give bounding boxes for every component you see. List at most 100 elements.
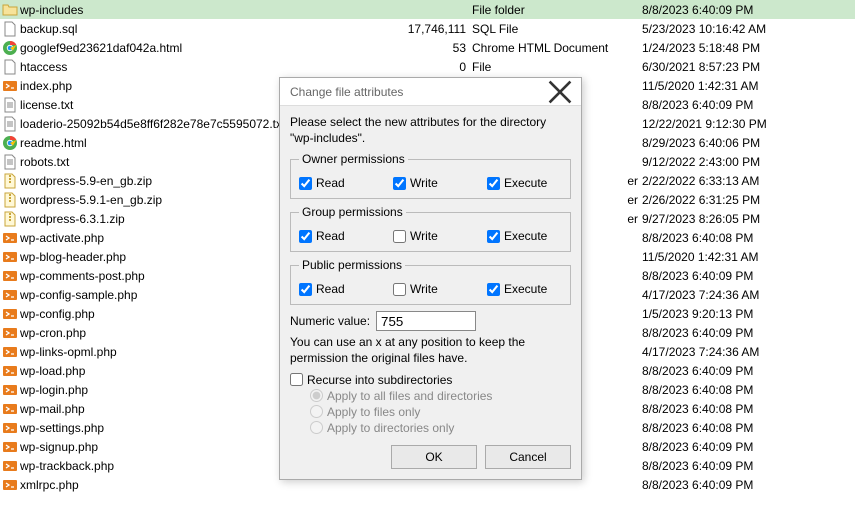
dialog-instruction: Please select the new attributes for the…: [290, 114, 571, 146]
change-attributes-dialog: Change file attributes Please select the…: [279, 77, 582, 480]
file-name: wp-trackback.php: [20, 459, 114, 473]
php-icon: [2, 268, 18, 284]
php-icon: [2, 363, 18, 379]
public-read[interactable]: Read: [299, 282, 369, 296]
group-read[interactable]: Read: [299, 229, 369, 243]
txt-icon: [2, 116, 18, 132]
file-date: 4/17/2023 7:24:36 AM: [642, 288, 817, 302]
dialog-title: Change file attributes: [290, 85, 403, 99]
recurse-checkbox[interactable]: Recurse into subdirectories: [290, 373, 571, 387]
txt-icon: [2, 154, 18, 170]
file-date: 6/30/2021 8:57:23 PM: [642, 60, 817, 74]
php-icon: [2, 420, 18, 436]
owner-permissions: Owner permissions Read Write Execute: [290, 152, 571, 199]
file-row[interactable]: backup.sql17,746,111SQL File5/23/2023 10…: [0, 19, 855, 38]
file-row[interactable]: googlef9ed23621daf042a.html53Chrome HTML…: [0, 38, 855, 57]
file-name: wp-mail.php: [20, 402, 85, 416]
php-icon: [2, 325, 18, 341]
file-date: 4/17/2023 7:24:36 AM: [642, 345, 817, 359]
file-date: 9/27/2023 8:26:05 PM: [642, 212, 817, 226]
radio-all: Apply to all files and directories: [310, 389, 571, 403]
file-type: File: [472, 60, 642, 74]
public-write[interactable]: Write: [393, 282, 463, 296]
php-icon: [2, 344, 18, 360]
file-date: 1/5/2023 9:20:13 PM: [642, 307, 817, 321]
php-icon: [2, 230, 18, 246]
file-icon: [2, 59, 18, 75]
file-name: wp-signup.php: [20, 440, 98, 454]
file-name: wp-settings.php: [20, 421, 104, 435]
file-type: File folder: [472, 3, 642, 17]
php-icon: [2, 439, 18, 455]
file-date: 8/8/2023 6:40:09 PM: [642, 269, 817, 283]
file-date: 5/23/2023 10:16:42 AM: [642, 22, 817, 36]
file-date: 8/8/2023 6:40:09 PM: [642, 364, 817, 378]
file-date: 1/24/2023 5:18:48 PM: [642, 41, 817, 55]
zip-icon: [2, 173, 18, 189]
file-row[interactable]: wp-includes File folder8/8/2023 6:40:09 P…: [0, 0, 855, 19]
ok-button[interactable]: OK: [391, 445, 477, 469]
php-icon: [2, 78, 18, 94]
file-name: wp-blog-header.php: [20, 250, 126, 264]
file-date: 2/22/2022 6:33:13 AM: [642, 174, 817, 188]
file-name: wp-includes: [20, 3, 83, 17]
file-date: 2/26/2022 6:31:25 PM: [642, 193, 817, 207]
file-name: wp-login.php: [20, 383, 88, 397]
chrome-icon: [2, 135, 18, 151]
file-name: readme.html: [20, 136, 87, 150]
radio-files: Apply to files only: [310, 405, 571, 419]
owner-write[interactable]: Write: [393, 176, 463, 190]
file-date: 8/8/2023 6:40:09 PM: [642, 440, 817, 454]
file-date: 8/8/2023 6:40:08 PM: [642, 402, 817, 416]
file-date: 8/8/2023 6:40:08 PM: [642, 383, 817, 397]
php-icon: [2, 458, 18, 474]
file-name: wordpress-5.9.1-en_gb.zip: [20, 193, 162, 207]
close-icon[interactable]: [547, 82, 573, 102]
hint-text: You can use an x at any position to keep…: [290, 335, 571, 366]
php-icon: [2, 287, 18, 303]
numeric-label: Numeric value:: [290, 314, 370, 328]
file-name: wp-config-sample.php: [20, 288, 137, 302]
txt-icon: [2, 97, 18, 113]
owner-read[interactable]: Read: [299, 176, 369, 190]
recurse-radio-group: Apply to all files and directories Apply…: [310, 389, 571, 435]
file-date: 11/5/2020 1:42:31 AM: [642, 250, 817, 264]
file-date: 8/8/2023 6:40:08 PM: [642, 231, 817, 245]
group-execute[interactable]: Execute: [487, 229, 557, 243]
file-date: 9/12/2022 2:43:00 PM: [642, 155, 817, 169]
group-permissions: Group permissions Read Write Execute: [290, 205, 571, 252]
file-name: htaccess: [20, 60, 67, 74]
file-type: SQL File: [472, 22, 642, 36]
chrome-icon: [2, 40, 18, 56]
owner-execute[interactable]: Execute: [487, 176, 557, 190]
file-name: index.php: [20, 79, 72, 93]
public-permissions: Public permissions Read Write Execute: [290, 258, 571, 305]
file-date: 8/29/2023 6:40:06 PM: [642, 136, 817, 150]
file-date: 8/8/2023 6:40:09 PM: [642, 3, 817, 17]
php-icon: [2, 477, 18, 493]
cancel-button[interactable]: Cancel: [485, 445, 571, 469]
file-name: robots.txt: [20, 155, 69, 169]
file-name: wp-links-opml.php: [20, 345, 117, 359]
file-date: 11/5/2020 1:42:31 AM: [642, 79, 817, 93]
file-name: loaderio-25092b54d5e8ff6f282e78e7c559507…: [20, 117, 285, 131]
file-type: Chrome HTML Document: [472, 41, 642, 55]
file-name: xmlrpc.php: [20, 478, 79, 492]
php-icon: [2, 249, 18, 265]
zip-icon: [2, 192, 18, 208]
file-icon: [2, 21, 18, 37]
file-size: 17,746,111: [372, 22, 472, 36]
file-name: wp-comments-post.php: [20, 269, 145, 283]
file-name: wp-config.php: [20, 307, 95, 321]
file-size: 0: [372, 60, 472, 74]
php-icon: [2, 401, 18, 417]
file-row[interactable]: htaccess 0File6/30/2021 8:57:23 PM: [0, 57, 855, 76]
file-date: 8/8/2023 6:40:09 PM: [642, 98, 817, 112]
group-write[interactable]: Write: [393, 229, 463, 243]
public-execute[interactable]: Execute: [487, 282, 557, 296]
php-icon: [2, 382, 18, 398]
numeric-value-input[interactable]: [376, 311, 476, 331]
file-date: 8/8/2023 6:40:08 PM: [642, 421, 817, 435]
file-size: 53: [372, 41, 472, 55]
folder-icon: [2, 2, 18, 18]
